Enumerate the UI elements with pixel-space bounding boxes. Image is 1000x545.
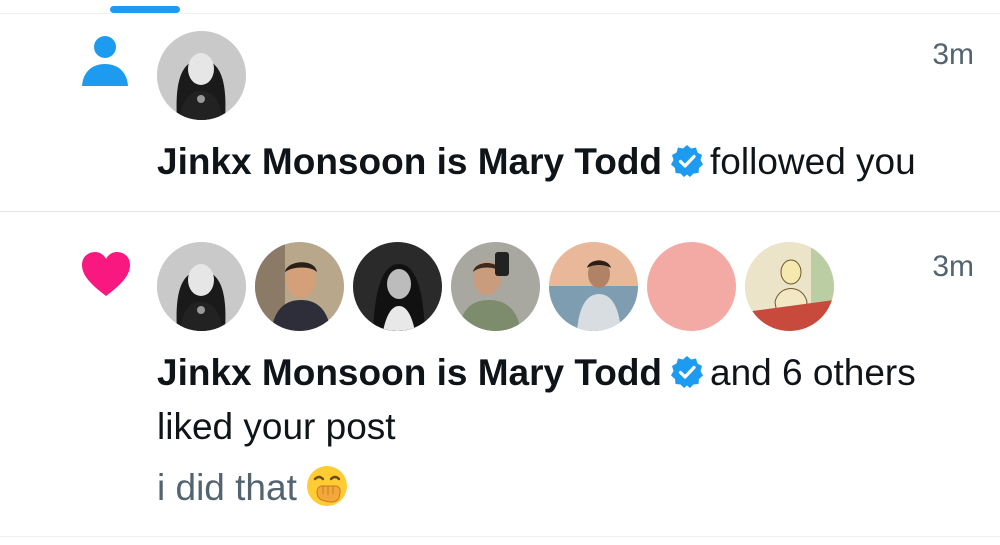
avatar[interactable] [157, 242, 246, 331]
avatar[interactable] [157, 31, 246, 120]
avatar[interactable] [451, 242, 540, 331]
notification-action: followed you [710, 141, 916, 182]
active-tab-indicator [110, 6, 180, 13]
notification-text: Jinkx Monsoon is Mary Todd and 6 others … [157, 348, 970, 452]
post-text: i did that [157, 467, 297, 508]
timestamp: 3m [932, 38, 974, 71]
notification-text: Jinkx Monsoon is Mary Todd followed you [157, 137, 970, 191]
like-notification[interactable]: 3m Jinkx Monsoon is Mary Todd and 6 othe… [0, 212, 1000, 536]
avatar[interactable] [549, 242, 638, 331]
follow-notification[interactable]: 3m Jinkx Monsoon is Mary Todd followed y… [0, 14, 1000, 211]
notifications-page: 3m Jinkx Monsoon is Mary Todd followed y… [0, 0, 1000, 545]
avatar[interactable] [647, 242, 736, 331]
avatar[interactable] [255, 242, 344, 331]
person-icon [80, 34, 130, 93]
heart-icon [80, 250, 132, 303]
avatar[interactable] [353, 242, 442, 331]
hand-over-mouth-emoji-icon [305, 464, 349, 517]
avatar-row [157, 242, 834, 331]
avatar-row [157, 31, 246, 120]
liked-post-preview[interactable]: i did that [157, 464, 349, 517]
verified-badge-icon [670, 352, 704, 402]
avatar[interactable] [745, 242, 834, 331]
verified-badge-icon [670, 141, 704, 191]
user-name-link[interactable]: Jinkx Monsoon is Mary Todd [157, 141, 662, 182]
user-name-link[interactable]: Jinkx Monsoon is Mary Todd [157, 352, 662, 393]
bottom-divider [0, 536, 1000, 537]
timestamp: 3m [932, 250, 974, 283]
